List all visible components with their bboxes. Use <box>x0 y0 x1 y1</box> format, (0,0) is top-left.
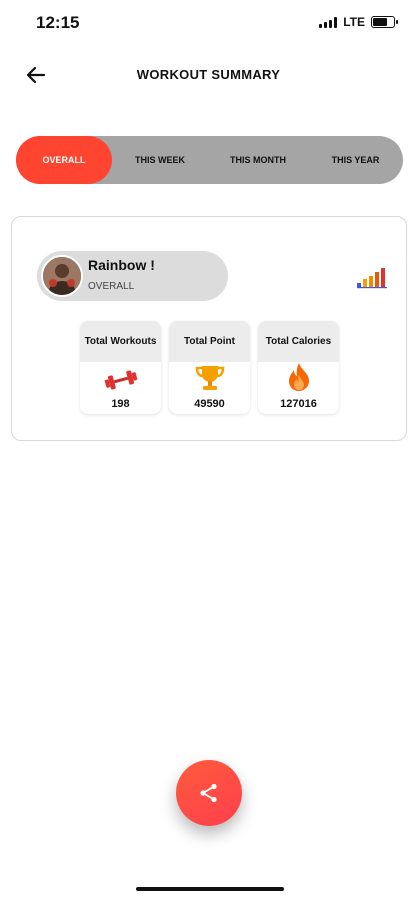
stats-row: Total Workouts 198 Total Point 49590 Tot… <box>80 321 339 414</box>
user-name: Rainbow ! <box>88 257 155 273</box>
tab-this-year[interactable]: THIS YEAR <box>308 136 403 184</box>
signal-icon <box>319 16 338 28</box>
period-tabs: OVERALL THIS WEEK THIS MONTH THIS YEAR <box>16 136 403 184</box>
stat-value: 127016 <box>280 398 317 410</box>
flame-icon <box>288 363 309 391</box>
home-indicator <box>136 887 284 891</box>
dumbbell-icon <box>104 370 137 390</box>
stat-calories: Total Calories 127016 <box>258 321 339 414</box>
avatar <box>41 255 83 297</box>
page-title: WORKOUT SUMMARY <box>136 67 281 82</box>
status-bar: 12:15 LTE <box>0 0 417 44</box>
status-time: 12:15 <box>36 13 80 32</box>
tab-overall[interactable]: OVERALL <box>16 136 112 184</box>
stat-workouts: Total Workouts 198 <box>80 321 161 414</box>
user-pill: Rainbow ! OVERALL <box>37 251 228 301</box>
network-label: LTE <box>343 15 365 29</box>
battery-icon <box>371 16 398 28</box>
stat-label: Total Point <box>169 321 250 362</box>
bar-chart-icon[interactable] <box>356 263 394 289</box>
header: WORKOUT SUMMARY <box>0 58 417 92</box>
stat-value: 198 <box>111 398 130 410</box>
trophy-icon <box>195 366 224 390</box>
stat-label: Total Calories <box>258 321 339 362</box>
tab-this-week[interactable]: THIS WEEK <box>112 136 208 184</box>
stat-label: Total Workouts <box>80 321 161 362</box>
tab-this-month[interactable]: THIS MONTH <box>208 136 308 184</box>
summary-card: Rainbow ! OVERALL Total Workouts 198 Tot… <box>11 216 407 441</box>
status-icons: LTE <box>319 15 398 29</box>
share-button[interactable] <box>176 760 242 826</box>
user-period: OVERALL <box>88 281 135 292</box>
stat-value: 49590 <box>194 398 225 410</box>
stat-points: Total Point 49590 <box>169 321 250 414</box>
share-icon <box>200 783 217 803</box>
